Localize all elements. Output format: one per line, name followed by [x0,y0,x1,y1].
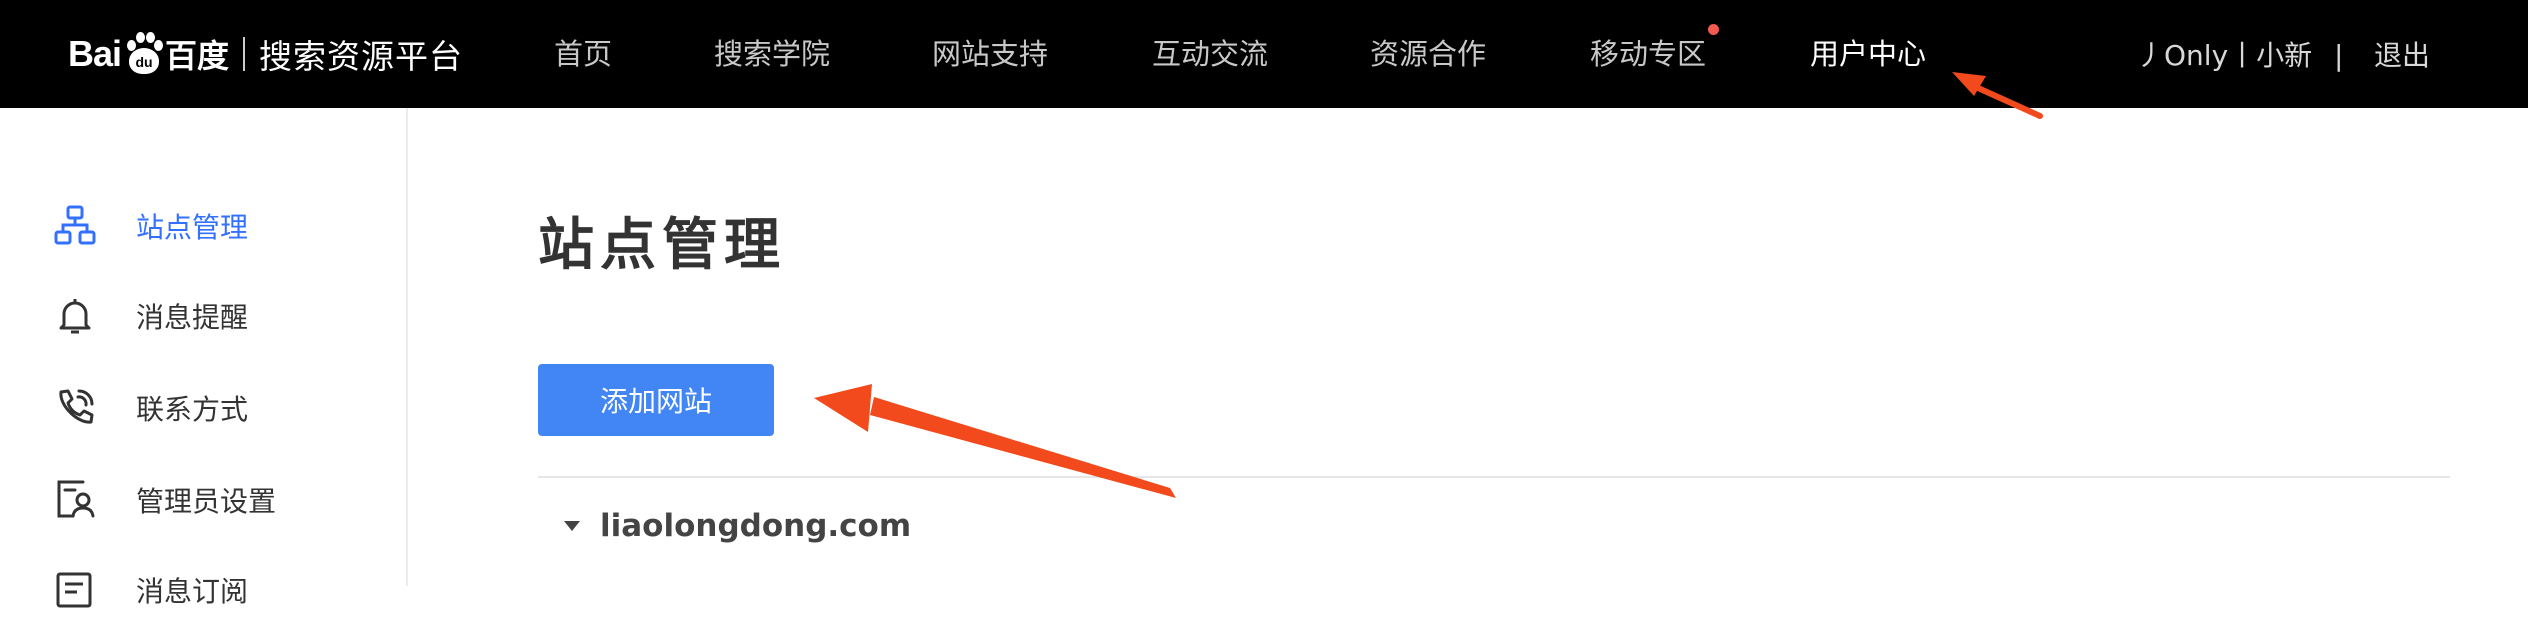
subscribe-icon [52,567,98,613]
add-site-button[interactable]: 添加网站 [538,364,774,436]
nav-search-academy[interactable]: 搜索学院 [714,32,830,76]
user-separator: | [2334,39,2344,72]
bell-icon [52,293,98,339]
sidebar-item-label: 消息提醒 [136,301,249,334]
nav-site-support[interactable]: 网站支持 [932,32,1048,76]
logo-product-name: 搜索资源平台 [259,37,464,76]
top-navigation-bar: Bai du 百度 搜索资源平台 首页 搜索学院 网站支持 互动交流 资源合作 … [0,0,2528,108]
logo-divider [243,37,246,71]
sidebar-item-label: 站点管理 [136,211,249,244]
phone-icon [52,385,98,431]
nav-user-center[interactable]: 用户中心 [1810,32,1926,76]
sidebar-item-message-alerts[interactable]: 消息提醒 [52,288,392,344]
logo-du-text: du [129,48,160,74]
site-domain[interactable]: liaolongdong.com [600,508,911,544]
page-title: 站点管理 [538,213,786,278]
nav-home[interactable]: 首页 [554,32,612,76]
nav-resource-cooperation[interactable]: 资源合作 [1370,32,1486,76]
sidebar-item-label: 联系方式 [136,393,249,426]
sidebar-item-admin-settings[interactable]: 管理员设置 [52,472,392,528]
admin-profile-icon [52,477,98,523]
sidebar-item-label: 消息订阅 [136,575,249,608]
notification-dot [1708,24,1719,35]
logout-link[interactable]: 退出 [2374,34,2430,78]
user-name[interactable]: 丿Only丨小新 [2136,34,2312,78]
sidebar-item-subscription[interactable]: 消息订阅 [52,562,392,618]
sidebar: 站点管理 消息提醒 联系方式 管理员设置 消息订阅 [0,108,408,608]
content-divider [538,476,2450,478]
sitemap-icon [52,203,98,249]
paw-icon: du [123,32,164,76]
arrow-to-add-site-button [814,384,1176,498]
nav-mobile-zone[interactable]: 移动专区 [1590,32,1706,76]
logo-bai-text: Bai [68,33,122,74]
logo-baidu-cn-text: 百度 [165,37,230,75]
sidebar-item-site-management[interactable]: 站点管理 [52,198,392,254]
sidebar-item-contact[interactable]: 联系方式 [52,380,392,436]
sidebar-item-label: 管理员设置 [136,485,277,518]
caret-down-icon[interactable] [564,521,580,531]
baidu-logo[interactable]: Bai du 百度 搜索资源平台 [68,16,463,92]
nav-interaction[interactable]: 互动交流 [1152,32,1268,76]
site-list-item[interactable]: liaolongdong.com [564,508,911,544]
